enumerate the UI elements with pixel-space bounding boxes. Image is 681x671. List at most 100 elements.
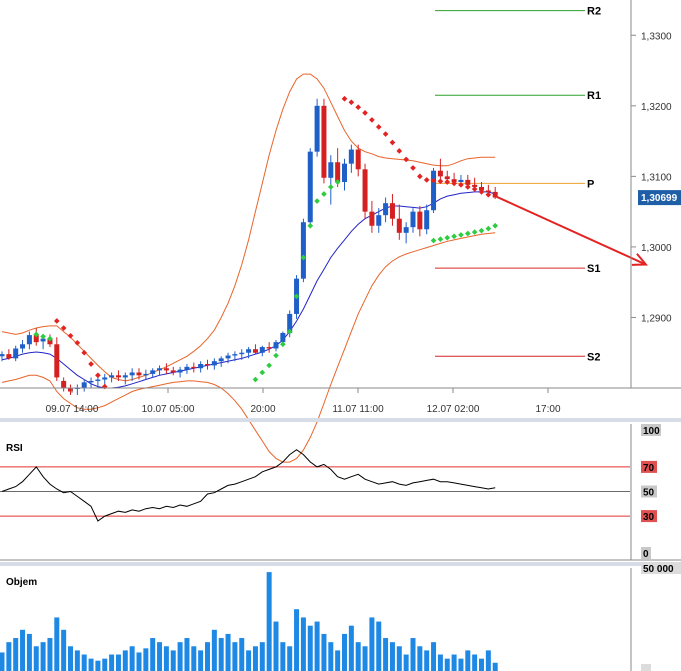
volume-bar	[0, 652, 5, 671]
rsi-path	[1, 449, 496, 522]
panel-separator[interactable]	[0, 418, 681, 422]
volume-bar	[479, 658, 484, 671]
volume-title: Objem	[6, 577, 37, 588]
candle-body	[129, 372, 135, 376]
candle-body	[122, 375, 128, 378]
candle-body	[205, 364, 210, 366]
volume-bar	[40, 642, 46, 671]
candle-body	[61, 380, 67, 388]
volume-bar	[81, 654, 87, 671]
candle-body	[13, 348, 19, 359]
rsi-scale-label-0: 0	[643, 549, 649, 560]
candle-body	[239, 352, 245, 355]
panel-separator-2[interactable]	[0, 562, 681, 566]
current-price-marker: 1,30699	[638, 190, 681, 206]
candle-body	[232, 354, 238, 356]
price-x-tick-label: 17:00	[535, 404, 560, 415]
rsi-level-label-30: 30	[643, 512, 655, 523]
volume-bar	[410, 638, 416, 671]
candle-body	[410, 211, 416, 228]
candle-body	[465, 179, 471, 185]
rsi-level-label-70: 70	[643, 463, 655, 474]
candle-body	[102, 377, 108, 380]
candle-body	[280, 332, 286, 343]
candle-body	[376, 215, 382, 226]
candle-body	[437, 170, 443, 177]
price-x-tick-label: 09.07 14:00	[46, 404, 99, 415]
volume-bar	[239, 638, 245, 671]
volume-bar	[280, 642, 286, 671]
volume-bar	[163, 646, 169, 671]
volume-bar	[54, 617, 60, 671]
rsi-scale-label-100: 100	[643, 426, 660, 437]
volume-bar	[321, 633, 327, 671]
volume-scale: 50 000	[641, 562, 681, 671]
volume-bar	[26, 633, 32, 671]
volume-bar	[170, 650, 176, 671]
volume-bar	[115, 654, 121, 671]
volume-bar	[33, 646, 39, 671]
candle-body	[342, 163, 347, 183]
volume-bar	[389, 642, 395, 671]
candle-body	[314, 105, 320, 152]
candle-body	[383, 203, 389, 216]
candle-body	[115, 375, 121, 378]
candle-body	[6, 354, 12, 359]
candle-body	[54, 344, 60, 378]
volume-bar	[88, 658, 94, 671]
volume-bar	[383, 638, 389, 671]
pivot-label-s1: S1	[587, 263, 600, 275]
candle	[362, 163, 368, 219]
price-y-tick-label: 1,3300	[641, 31, 672, 42]
volume-bar	[198, 650, 204, 671]
candle-body	[417, 211, 423, 230]
volume-bar	[191, 646, 197, 671]
volume-bar	[492, 662, 498, 671]
volume-bar	[20, 629, 26, 671]
volume-bar	[68, 646, 73, 671]
volume-bar	[472, 654, 478, 671]
volume-bar	[431, 642, 437, 671]
volume-bar	[444, 658, 450, 671]
volume-bar	[314, 621, 320, 671]
candle-body	[184, 366, 190, 370]
candle-body	[307, 151, 313, 223]
volume-bar	[287, 646, 293, 671]
candle-body	[198, 364, 204, 369]
volume-bar	[218, 638, 224, 671]
candle	[307, 148, 313, 226]
candle	[321, 98, 327, 184]
volume-bar	[294, 609, 300, 671]
candle-body	[389, 203, 395, 219]
volume-bar	[328, 642, 334, 671]
candle-body	[335, 162, 341, 183]
rsi-level-label-50: 50	[643, 488, 655, 499]
volume-bar	[177, 642, 183, 671]
candle-body	[95, 379, 101, 381]
volume-bar	[109, 654, 115, 671]
price-y-tick-label: 1,3100	[641, 172, 672, 183]
price-plot-area	[0, 0, 630, 388]
volume-bar	[13, 638, 19, 671]
candle-body	[273, 342, 279, 349]
candle-body	[444, 176, 450, 180]
volume-bar	[129, 646, 135, 671]
volume-bar	[143, 648, 149, 671]
volume-bar	[342, 633, 347, 671]
candle-body	[150, 370, 156, 374]
volume-bar	[246, 650, 252, 671]
candle-body	[403, 227, 409, 233]
price-x-tick-label: 11.07 11:00	[332, 404, 384, 415]
volume-bar	[136, 652, 142, 671]
volume-bar	[157, 642, 163, 671]
volume-bar	[266, 572, 272, 671]
candle-body	[157, 368, 163, 371]
candle-body	[20, 344, 26, 349]
rsi-panel: RSI 70 50 30 100 0	[0, 424, 681, 561]
volume-bar	[95, 660, 101, 671]
volume-bar	[211, 629, 217, 671]
candle-body	[252, 349, 258, 353]
candle-body	[191, 366, 197, 369]
candle-body	[266, 347, 272, 349]
price-y-tick-label: 1,3000	[641, 243, 672, 254]
